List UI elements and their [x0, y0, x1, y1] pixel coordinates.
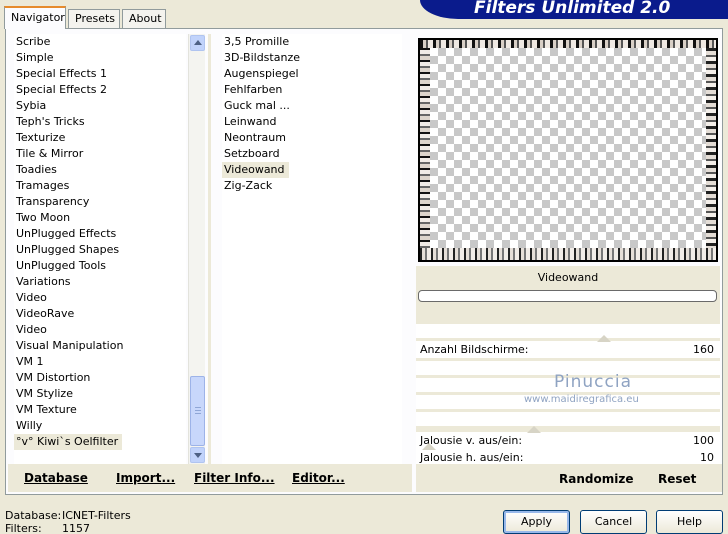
- filter-item[interactable]: Zig-Zack: [222, 178, 402, 194]
- category-item[interactable]: Transparency: [14, 194, 186, 210]
- category-item[interactable]: Teph's Tricks: [14, 114, 186, 130]
- category-item[interactable]: Texturize: [14, 130, 186, 146]
- preview-edge: [420, 48, 430, 248]
- category-item[interactable]: VM Texture: [14, 402, 186, 418]
- arrow-down-icon: [194, 453, 202, 458]
- filter-item[interactable]: Setzboard: [222, 146, 402, 162]
- param-label: Anzahl Bildschirme:: [420, 343, 529, 356]
- randomize-button[interactable]: Randomize: [559, 472, 633, 486]
- category-item[interactable]: Special Effects 1: [14, 66, 186, 82]
- category-item[interactable]: VideoRave: [14, 306, 186, 322]
- filter-item[interactable]: Fehlfarben: [222, 82, 402, 98]
- category-item[interactable]: Special Effects 2: [14, 82, 186, 98]
- category-item[interactable]: Video: [14, 290, 186, 306]
- tab-presets[interactable]: Presets: [68, 9, 120, 28]
- param-value: 100: [693, 434, 714, 447]
- list-action-bar: Database Import... Filter Info... Editor…: [8, 464, 412, 492]
- tab-navigator[interactable]: Navigator: [4, 6, 66, 29]
- category-item[interactable]: Video: [14, 322, 186, 338]
- param-label: Jalousie h. aus/ein:: [420, 451, 524, 464]
- app-title: Filters Unlimited 2.0: [474, 0, 671, 18]
- category-item[interactable]: VM Distortion: [14, 370, 186, 386]
- param-slider-jalousie-v[interactable]: Jalousie v. aus/ein: 100: [416, 426, 720, 449]
- category-item[interactable]: Willy: [14, 418, 186, 434]
- selected-filter-name: Videowand: [537, 271, 599, 284]
- category-item[interactable]: Two Moon: [14, 210, 186, 226]
- category-list[interactable]: Scribe Simple Special Effects 1 Special …: [14, 34, 186, 464]
- slider-thumb[interactable]: [527, 426, 541, 433]
- grip-line: [195, 407, 201, 408]
- status-database-value: ICNET-Filters: [62, 509, 131, 522]
- category-item[interactable]: UnPlugged Shapes: [14, 242, 186, 258]
- scroll-down-button[interactable]: [190, 447, 205, 463]
- category-item[interactable]: VM 1: [14, 354, 186, 370]
- tab-about[interactable]: About: [122, 9, 166, 28]
- category-item[interactable]: Visual Manipulation: [14, 338, 186, 354]
- param-value: 160: [693, 343, 714, 356]
- filter-item-selected[interactable]: Videowand: [222, 162, 289, 178]
- category-item[interactable]: Scribe: [14, 34, 186, 50]
- status-database-label: Database:: [5, 509, 62, 522]
- category-item[interactable]: Tramages: [14, 178, 186, 194]
- list-divider: [208, 34, 211, 464]
- category-item[interactable]: Simple: [14, 50, 186, 66]
- arrow-up-icon: [194, 40, 202, 45]
- watermark-name: Pinuccia: [554, 372, 632, 392]
- preview-canvas: [430, 48, 706, 252]
- editor-button[interactable]: Editor...: [292, 471, 345, 485]
- watermark-url: www.maidiregrafica.eu: [524, 394, 639, 405]
- category-item[interactable]: Variations: [14, 274, 186, 290]
- grip-line: [195, 410, 201, 411]
- slider-thumb[interactable]: [422, 443, 436, 450]
- database-button[interactable]: Database: [24, 471, 88, 485]
- import-button[interactable]: Import...: [116, 471, 175, 485]
- category-item[interactable]: VM Stylize: [14, 386, 186, 402]
- filter-item[interactable]: Leinwand: [222, 114, 402, 130]
- category-item-selected[interactable]: °v° Kiwi`s Oelfilter: [14, 434, 123, 450]
- preview-edge: [706, 48, 716, 248]
- preview-edge: [420, 248, 716, 260]
- scroll-thumb[interactable]: [190, 376, 205, 446]
- filter-item[interactable]: 3,5 Promille: [222, 34, 402, 50]
- apply-button[interactable]: Apply: [503, 510, 570, 534]
- filter-info-button[interactable]: Filter Info...: [194, 471, 275, 485]
- slider-thumb[interactable]: [597, 335, 611, 342]
- category-item[interactable]: Sybia: [14, 98, 186, 114]
- filter-item[interactable]: Augenspiegel: [222, 66, 402, 82]
- filter-preview: [418, 38, 718, 262]
- category-item[interactable]: UnPlugged Effects: [14, 226, 186, 242]
- reset-button[interactable]: Reset: [658, 472, 696, 486]
- empty-param-row: [416, 324, 720, 338]
- help-button[interactable]: Help: [656, 510, 723, 534]
- empty-param-row: [416, 412, 720, 426]
- category-scrollbar[interactable]: [188, 34, 205, 464]
- scroll-up-button[interactable]: [190, 35, 205, 51]
- param-action-bar: Randomize Reset: [416, 464, 722, 492]
- category-item[interactable]: UnPlugged Tools: [14, 258, 186, 274]
- preview-edge: [420, 40, 716, 48]
- filter-list[interactable]: 3,5 Promille 3D-Bildstanze Augenspiegel …: [222, 34, 402, 464]
- status-filters-value: 1157: [62, 522, 90, 534]
- grip-line: [195, 413, 201, 414]
- category-item[interactable]: Toadies: [14, 162, 186, 178]
- progress-bar: [418, 290, 717, 302]
- filter-item[interactable]: Guck mal ...: [222, 98, 402, 114]
- category-item[interactable]: Tile & Mirror: [14, 146, 186, 162]
- filter-item[interactable]: 3D-Bildstanze: [222, 50, 402, 66]
- status-filters-label: Filters:: [5, 522, 42, 534]
- param-value: 10: [700, 451, 714, 464]
- param-slider-anzahl[interactable]: Anzahl Bildschirme: 160: [416, 335, 720, 358]
- filter-item[interactable]: Neontraum: [222, 130, 402, 146]
- cancel-button[interactable]: Cancel: [580, 510, 647, 534]
